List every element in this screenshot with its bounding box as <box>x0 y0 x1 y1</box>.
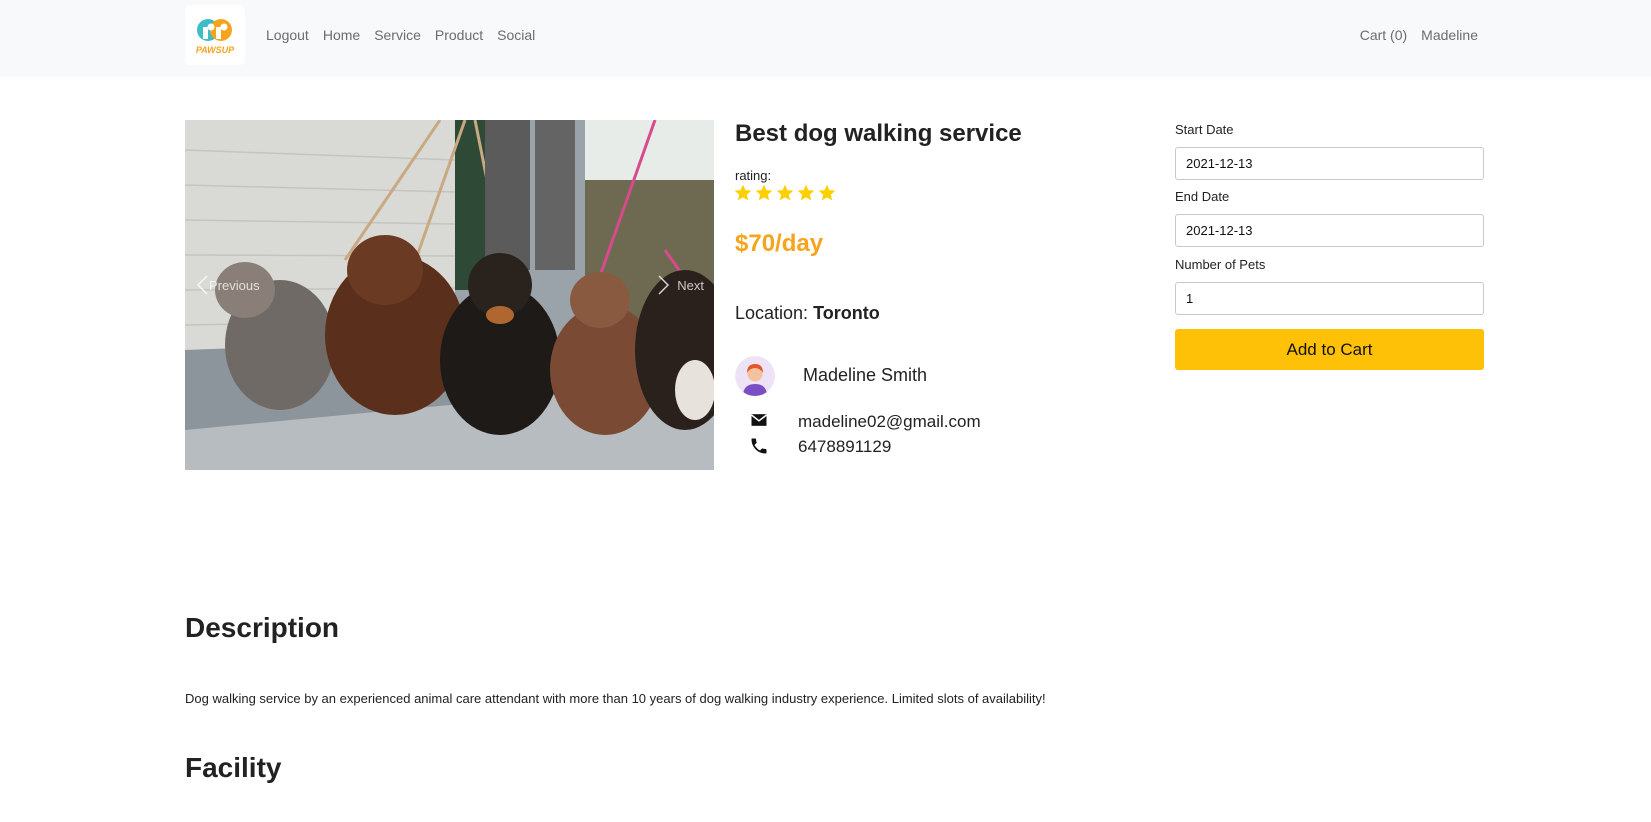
star-icon <box>797 184 815 201</box>
pets-count-label: Number of Pets <box>1175 257 1266 272</box>
description-heading: Description <box>185 612 340 643</box>
owner-phone[interactable]: 6478891129 <box>798 437 891 457</box>
star-icon <box>818 184 836 201</box>
chevron-left-icon <box>196 275 208 295</box>
service-location: Location: Toronto <box>735 303 880 324</box>
carousel-next-button[interactable]: Next <box>657 270 704 300</box>
chevron-right-icon <box>658 275 670 295</box>
owner-email[interactable]: madeline02@gmail.com <box>798 412 981 432</box>
owner-avatar <box>735 356 775 396</box>
carousel-next-label: Next <box>677 277 704 293</box>
star-icon <box>734 184 752 201</box>
nav-cart[interactable]: Cart (0) <box>1360 27 1407 43</box>
start-date-label: Start Date <box>1175 122 1234 137</box>
owner-name: Madeline Smith <box>803 365 928 385</box>
description-text: Dog walking service by an experienced an… <box>185 691 1046 706</box>
star-icon <box>755 184 773 201</box>
pawsup-logo[interactable]: PAWSUP <box>185 5 245 65</box>
nav-right: Cart (0) Madeline <box>1360 27 1478 43</box>
start-date-input[interactable] <box>1175 147 1484 180</box>
avatar-illustration <box>735 356 775 396</box>
service-title: Best dog walking service <box>735 120 1022 147</box>
carousel-previous-label: Previous <box>209 277 260 293</box>
star-icon <box>776 184 794 201</box>
nav-service[interactable]: Service <box>374 27 421 43</box>
nav-user[interactable]: Madeline <box>1421 27 1478 43</box>
service-image-carousel[interactable]: Previous Next <box>185 120 714 470</box>
logo-wordmark: PAWSUP <box>196 45 235 55</box>
nav-home[interactable]: Home <box>323 27 360 43</box>
end-date-label: End Date <box>1175 189 1230 204</box>
pawsup-logo-mark: PAWSUP <box>196 19 235 55</box>
add-to-cart-button[interactable]: Add to Cart <box>1175 329 1484 370</box>
location-label: Location: <box>735 303 809 323</box>
mail-icon <box>751 414 767 426</box>
dogs-photo <box>185 120 714 470</box>
rating-label: rating: <box>735 168 772 183</box>
location-value: Toronto <box>813 303 880 323</box>
nav-social[interactable]: Social <box>497 27 535 43</box>
nav-product[interactable]: Product <box>435 27 483 43</box>
nav-logout[interactable]: Logout <box>266 27 309 43</box>
pets-count-input[interactable] <box>1175 282 1484 315</box>
facility-heading: Facility <box>185 752 282 783</box>
nav-links: Logout Home Service Product Social <box>266 27 535 43</box>
end-date-input[interactable] <box>1175 214 1484 247</box>
service-price: $70/day <box>735 230 824 257</box>
phone-icon <box>751 438 767 454</box>
carousel-previous-button[interactable]: Previous <box>195 270 260 300</box>
top-navbar: PAWSUP Logout Home Service Product Socia… <box>0 0 1651 77</box>
rating-stars <box>733 183 837 203</box>
